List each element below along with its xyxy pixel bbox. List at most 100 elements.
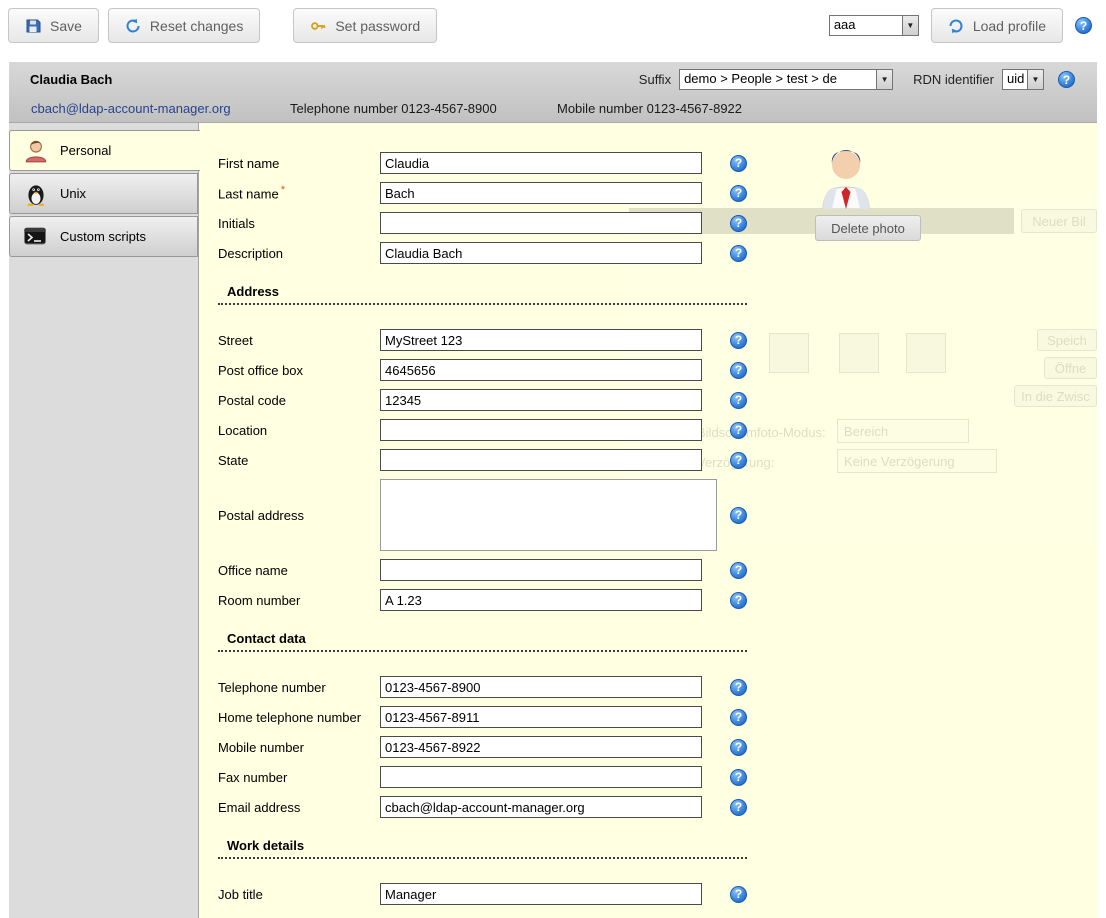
save-icon	[25, 18, 41, 34]
field-row-description: Description	[218, 238, 1097, 268]
street-input[interactable]	[380, 329, 702, 351]
terminal-icon	[23, 224, 49, 250]
field-row-office-name: Office name	[218, 555, 1097, 585]
module-sidebar: Personal Unix Custom scripts	[9, 123, 199, 918]
help-icon[interactable]	[730, 739, 747, 756]
state-input[interactable]	[380, 449, 702, 471]
required-marker: *	[281, 184, 285, 196]
location-input[interactable]	[380, 419, 702, 441]
help-icon[interactable]	[730, 799, 747, 816]
help-icon[interactable]	[1058, 71, 1075, 88]
tab-personal[interactable]: Personal	[9, 130, 200, 171]
section-address: Address	[218, 284, 747, 305]
help-icon[interactable]	[730, 769, 747, 786]
personal-form: First name Last name* Initials Descripti…	[199, 123, 1097, 918]
help-icon[interactable]	[730, 507, 747, 524]
tab-unix-label: Unix	[60, 186, 86, 201]
refresh-icon	[948, 18, 964, 34]
tab-unix[interactable]: Unix	[9, 173, 198, 214]
office-name-label: Office name	[218, 563, 380, 578]
suffix-select[interactable]: demo > People > test > de	[679, 69, 893, 90]
chevron-down-icon	[1027, 70, 1043, 89]
fax-label: Fax number	[218, 770, 380, 785]
reset-changes-label: Reset changes	[150, 18, 243, 34]
reset-changes-button[interactable]: Reset changes	[108, 8, 260, 43]
rdn-select-value: uid	[1003, 70, 1027, 89]
set-password-button[interactable]: Set password	[293, 8, 437, 43]
page-title: Claudia Bach	[30, 72, 112, 87]
person-icon	[23, 138, 49, 164]
help-icon[interactable]	[730, 422, 747, 439]
content-area: Neuer Bil Speich Öffne In die Zwisc Bild…	[9, 123, 1097, 918]
location-label: Location	[218, 423, 380, 438]
postal-code-input[interactable]	[380, 389, 702, 411]
help-icon[interactable]	[730, 155, 747, 172]
help-icon[interactable]	[730, 362, 747, 379]
help-icon[interactable]	[730, 592, 747, 609]
undo-icon	[125, 18, 141, 34]
field-row-mobile: Mobile number	[218, 732, 1097, 762]
fax-input[interactable]	[380, 766, 702, 788]
section-work-details: Work details	[218, 838, 747, 859]
chevron-down-icon	[902, 16, 918, 35]
save-button[interactable]: Save	[8, 8, 99, 43]
description-input[interactable]	[380, 242, 702, 264]
initials-input[interactable]	[380, 212, 702, 234]
first-name-input[interactable]	[380, 152, 702, 174]
profile-select[interactable]: aaa	[829, 15, 919, 36]
postal-address-textarea[interactable]	[380, 479, 717, 551]
field-row-street: Street	[218, 325, 1097, 355]
suffix-select-value: demo > People > test > de	[680, 70, 876, 89]
help-icon[interactable]	[730, 215, 747, 232]
help-icon[interactable]	[730, 392, 747, 409]
post-office-box-input[interactable]	[380, 359, 702, 381]
load-profile-button[interactable]: Load profile	[931, 8, 1063, 43]
description-label: Description	[218, 246, 380, 261]
delete-photo-button[interactable]: Delete photo	[815, 215, 921, 241]
field-row-job-title: Job title	[218, 879, 1097, 909]
help-icon[interactable]	[730, 679, 747, 696]
help-icon[interactable]	[730, 185, 747, 202]
help-icon[interactable]	[730, 332, 747, 349]
last-name-label-text: Last name	[218, 187, 279, 202]
help-icon[interactable]	[730, 709, 747, 726]
save-button-label: Save	[50, 18, 82, 34]
job-title-input[interactable]	[380, 883, 702, 905]
account-header: Claudia Bach Suffix demo > People > test…	[9, 62, 1097, 123]
mobile-label: Mobile number	[218, 740, 380, 755]
home-telephone-input[interactable]	[380, 706, 702, 728]
chevron-down-icon	[876, 70, 892, 89]
help-icon[interactable]	[1075, 17, 1092, 34]
mobile-input[interactable]	[380, 736, 702, 758]
postal-code-label: Postal code	[218, 393, 380, 408]
rdn-select[interactable]: uid	[1002, 69, 1044, 90]
account-email-link[interactable]: cbach@ldap-account-manager.org	[31, 97, 231, 121]
room-number-input[interactable]	[380, 589, 702, 611]
last-name-input[interactable]	[380, 182, 702, 204]
field-row-room-number: Room number	[218, 585, 1097, 615]
key-icon	[310, 18, 326, 34]
set-password-label: Set password	[335, 18, 420, 34]
help-icon[interactable]	[730, 452, 747, 469]
email-label: Email address	[218, 800, 380, 815]
field-row-home-telephone: Home telephone number	[218, 702, 1097, 732]
field-row-first-name: First name	[218, 148, 1097, 178]
email-input[interactable]	[380, 796, 702, 818]
header-controls: Suffix demo > People > test > de RDN ide…	[639, 69, 1075, 90]
section-contact-data: Contact data	[218, 631, 747, 652]
postal-address-label: Postal address	[218, 508, 380, 523]
toolbar-right-group: aaa Load profile	[829, 8, 1092, 43]
help-icon[interactable]	[730, 562, 747, 579]
post-office-box-label: Post office box	[218, 363, 380, 378]
initials-label: Initials	[218, 216, 380, 231]
help-icon[interactable]	[730, 245, 747, 262]
account-header-row1: Claudia Bach Suffix demo > People > test…	[9, 62, 1097, 97]
office-name-input[interactable]	[380, 559, 702, 581]
state-label: State	[218, 453, 380, 468]
field-row-telephone: Telephone number	[218, 672, 1097, 702]
top-toolbar: Save Reset changes Set password aaa Load…	[0, 0, 1106, 62]
telephone-input[interactable]	[380, 676, 702, 698]
field-row-email: Email address	[218, 792, 1097, 822]
tab-custom-scripts[interactable]: Custom scripts	[9, 216, 198, 257]
help-icon[interactable]	[730, 886, 747, 903]
